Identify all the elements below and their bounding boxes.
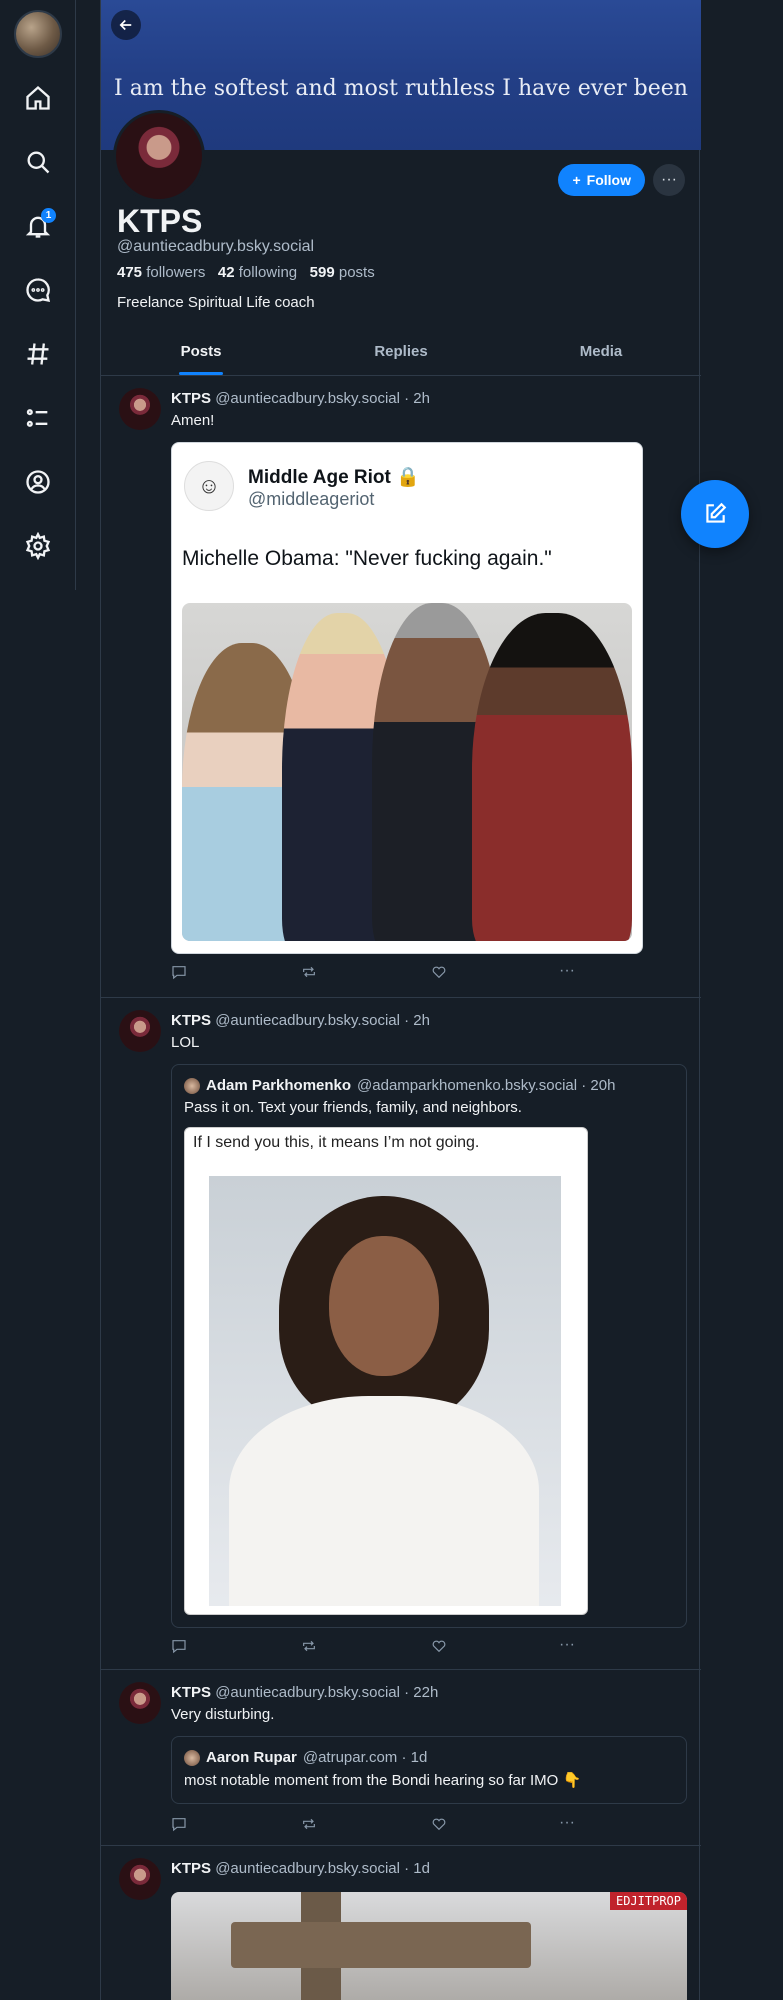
post-text: LOL bbox=[171, 1034, 200, 1051]
profile-tabs: Posts Replies Media bbox=[101, 332, 701, 376]
quoted-post[interactable]: Aaron Rupar @atrupar.com · 1d most notab… bbox=[171, 1736, 687, 1804]
tab-media[interactable]: Media bbox=[501, 332, 701, 375]
profile-bio: Freelance Spiritual Life coach bbox=[117, 294, 315, 311]
feed-post[interactable]: KTPS @auntiecadbury.bsky.social · 22h Ve… bbox=[101, 1670, 701, 1846]
like-heart-icon[interactable] bbox=[431, 964, 451, 984]
card-author-avatar: ☺ bbox=[184, 461, 234, 511]
like-heart-icon[interactable] bbox=[431, 1638, 451, 1658]
post-author-name[interactable]: KTPS bbox=[171, 1860, 211, 1877]
follow-label: Follow bbox=[586, 172, 631, 188]
quoted-post-text: Pass it on. Text your friends, family, a… bbox=[184, 1099, 522, 1116]
lock-icon: 🔒 bbox=[396, 467, 420, 488]
card-text: Michelle Obama: "Never fucking again." bbox=[182, 547, 552, 570]
profile-avatar[interactable] bbox=[113, 110, 205, 202]
quoted-author-name: Adam Parkhomenko bbox=[206, 1077, 352, 1094]
search-icon[interactable] bbox=[18, 142, 58, 182]
post-actions: ··· bbox=[171, 1815, 591, 1836]
notification-count-badge: 1 bbox=[41, 208, 56, 223]
left-nav-rail: 1 bbox=[0, 0, 76, 590]
repost-icon[interactable] bbox=[301, 964, 321, 984]
card-photo[interactable] bbox=[182, 603, 632, 941]
reply-icon[interactable] bbox=[171, 1816, 191, 1836]
notifications-bell-icon[interactable]: 1 bbox=[18, 206, 58, 246]
compose-pencil-icon bbox=[706, 502, 727, 523]
profile-handle: @auntiecadbury.bsky.social bbox=[117, 238, 315, 255]
post-actions: ··· bbox=[171, 963, 591, 984]
compose-post-button[interactable] bbox=[681, 480, 749, 548]
post-more-icon[interactable]: ··· bbox=[559, 963, 579, 984]
post-author-name[interactable]: KTPS bbox=[171, 1684, 211, 1701]
post-author-name[interactable]: KTPS bbox=[171, 390, 211, 407]
lists-icon[interactable] bbox=[18, 398, 58, 438]
quoted-post-meta: @adamparkhomenko.bsky.social · 20h bbox=[357, 1077, 616, 1094]
quoted-author-avatar bbox=[184, 1749, 200, 1766]
post-meta: @auntiecadbury.bsky.social · 22h bbox=[215, 1684, 439, 1701]
posts-label: posts bbox=[338, 264, 375, 281]
feed-post[interactable]: KTPS @auntiecadbury.bsky.social · 2h LOL… bbox=[101, 998, 701, 1670]
followers-label[interactable]: followers bbox=[146, 264, 205, 281]
card-author-handle: @middleageriot bbox=[248, 489, 375, 509]
repost-icon[interactable] bbox=[301, 1638, 321, 1658]
post-meta: @auntiecadbury.bsky.social · 1d bbox=[215, 1860, 430, 1877]
followers-count[interactable]: 475 bbox=[117, 264, 142, 281]
post-header: KTPS @auntiecadbury.bsky.social · 22h bbox=[171, 1684, 438, 1701]
profile-stats: 475 followers 42 following 599 posts bbox=[117, 264, 375, 281]
settings-gear-icon[interactable] bbox=[18, 526, 58, 566]
post-header: KTPS @auntiecadbury.bsky.social · 2h bbox=[171, 1012, 430, 1029]
quoted-post-image[interactable]: If I send you this, it means I’m not goi… bbox=[184, 1127, 588, 1615]
tab-posts[interactable]: Posts bbox=[101, 332, 301, 375]
quoted-post-header: Aaron Rupar @atrupar.com · 1d bbox=[184, 1749, 427, 1766]
post-image[interactable]: EDJITPROP bbox=[171, 1892, 687, 2000]
repost-icon[interactable] bbox=[301, 1816, 321, 1836]
profile-icon[interactable] bbox=[18, 462, 58, 502]
post-meta: @auntiecadbury.bsky.social · 2h bbox=[215, 390, 430, 407]
quoted-author-name: Aaron Rupar bbox=[206, 1749, 297, 1766]
my-avatar[interactable] bbox=[14, 10, 62, 58]
home-icon[interactable] bbox=[18, 78, 58, 118]
image-watermark-tag: EDJITPROP bbox=[609, 1892, 687, 1910]
post-text: Amen! bbox=[171, 412, 215, 429]
chat-icon[interactable] bbox=[18, 270, 58, 310]
tab-replies[interactable]: Replies bbox=[301, 332, 501, 375]
quoted-post-header: Adam Parkhomenko @adamparkhomenko.bsky.s… bbox=[184, 1077, 615, 1094]
post-header: KTPS @auntiecadbury.bsky.social · 1d bbox=[171, 1860, 430, 1877]
post-actions: ··· bbox=[171, 1637, 591, 1658]
hashtag-feeds-icon[interactable] bbox=[18, 334, 58, 374]
profile-more-button[interactable]: ··· bbox=[653, 164, 685, 196]
back-button[interactable] bbox=[111, 10, 141, 40]
post-author-avatar[interactable] bbox=[119, 1682, 161, 1724]
like-heart-icon[interactable] bbox=[431, 1816, 451, 1836]
embedded-screenshot-card[interactable]: ☺ Middle Age Riot 🔒 @middleageriot Miche… bbox=[171, 442, 643, 954]
quoted-post[interactable]: Adam Parkhomenko @adamparkhomenko.bsky.s… bbox=[171, 1064, 687, 1628]
quoted-post-text: most notable moment from the Bondi heari… bbox=[184, 1772, 582, 1789]
reply-icon[interactable] bbox=[171, 964, 191, 984]
plus-icon: + bbox=[572, 172, 581, 188]
post-author-name[interactable]: KTPS bbox=[171, 1012, 211, 1029]
post-author-avatar[interactable] bbox=[119, 1010, 161, 1052]
follow-button[interactable]: + Follow bbox=[558, 164, 645, 196]
profile-display-name: KTPS bbox=[117, 203, 203, 239]
portrait-photo bbox=[209, 1176, 561, 1606]
post-author-avatar[interactable] bbox=[119, 1858, 161, 1900]
post-header: KTPS @auntiecadbury.bsky.social · 2h bbox=[171, 390, 430, 407]
quoted-post-meta: @atrupar.com · 1d bbox=[302, 1749, 428, 1766]
profile-main-column: I am the softest and most ruthless I hav… bbox=[100, 0, 701, 2000]
quoted-author-avatar bbox=[184, 1077, 200, 1094]
reply-icon[interactable] bbox=[171, 1638, 191, 1658]
post-author-avatar[interactable] bbox=[119, 388, 161, 430]
image-caption: If I send you this, it means I’m not goi… bbox=[193, 1134, 480, 1151]
ellipsis-icon: ··· bbox=[661, 171, 677, 188]
banner-quote-text: I am the softest and most ruthless I hav… bbox=[114, 76, 688, 101]
post-more-icon[interactable]: ··· bbox=[559, 1637, 579, 1658]
following-count[interactable]: 42 bbox=[218, 264, 235, 281]
post-meta: @auntiecadbury.bsky.social · 2h bbox=[215, 1012, 430, 1029]
arrow-left-icon bbox=[119, 19, 132, 31]
post-text: Very disturbing. bbox=[171, 1706, 275, 1723]
post-more-icon[interactable]: ··· bbox=[559, 1815, 579, 1836]
card-author-name: Middle Age Riot 🔒 bbox=[248, 467, 420, 488]
following-label[interactable]: following bbox=[239, 264, 297, 281]
posts-count: 599 bbox=[309, 264, 335, 281]
